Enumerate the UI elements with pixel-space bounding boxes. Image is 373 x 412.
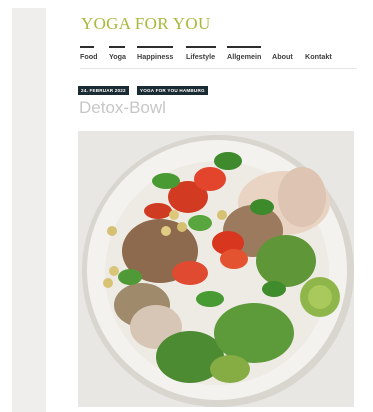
site-title[interactable]: YOGA FOR YOU [81, 14, 211, 34]
nav-item-label: Food [80, 52, 98, 61]
nav-item-label: Allgemein [227, 52, 262, 61]
main-navigation: Food Yoga Happiness Lifestyle Allgemein … [80, 46, 357, 69]
nav-item-label: Happiness [137, 52, 174, 61]
bowl-image [78, 131, 354, 407]
nav-item-kontakt[interactable]: Kontakt [305, 52, 332, 64]
post-title[interactable]: Detox-Bowl [79, 98, 166, 118]
nav-item-label: About [272, 52, 293, 61]
detox-bowl-photo [78, 131, 354, 407]
post-category-badge[interactable]: YOGA FOR YOU HAMBURG [137, 86, 208, 95]
nav-item-yoga[interactable]: Yoga [109, 46, 127, 64]
nav-item-label: Lifestyle [186, 52, 216, 61]
left-sidebar-strip [12, 8, 46, 412]
post-date-badge[interactable]: 24. FEBRUAR 2022 [78, 86, 129, 95]
nav-active-bar [137, 46, 173, 48]
nav-item-label: Yoga [109, 52, 127, 61]
nav-active-bar [109, 46, 125, 48]
nav-item-happiness[interactable]: Happiness [137, 46, 174, 64]
nav-item-food[interactable]: Food [80, 46, 98, 64]
nav-active-bar [186, 46, 216, 48]
nav-item-label: Kontakt [305, 52, 332, 61]
nav-active-bar [80, 46, 94, 48]
nav-item-lifestyle[interactable]: Lifestyle [186, 46, 216, 64]
nav-active-bar [227, 46, 261, 48]
nav-item-about[interactable]: About [272, 52, 293, 64]
nav-item-allgemein[interactable]: Allgemein [227, 46, 262, 64]
